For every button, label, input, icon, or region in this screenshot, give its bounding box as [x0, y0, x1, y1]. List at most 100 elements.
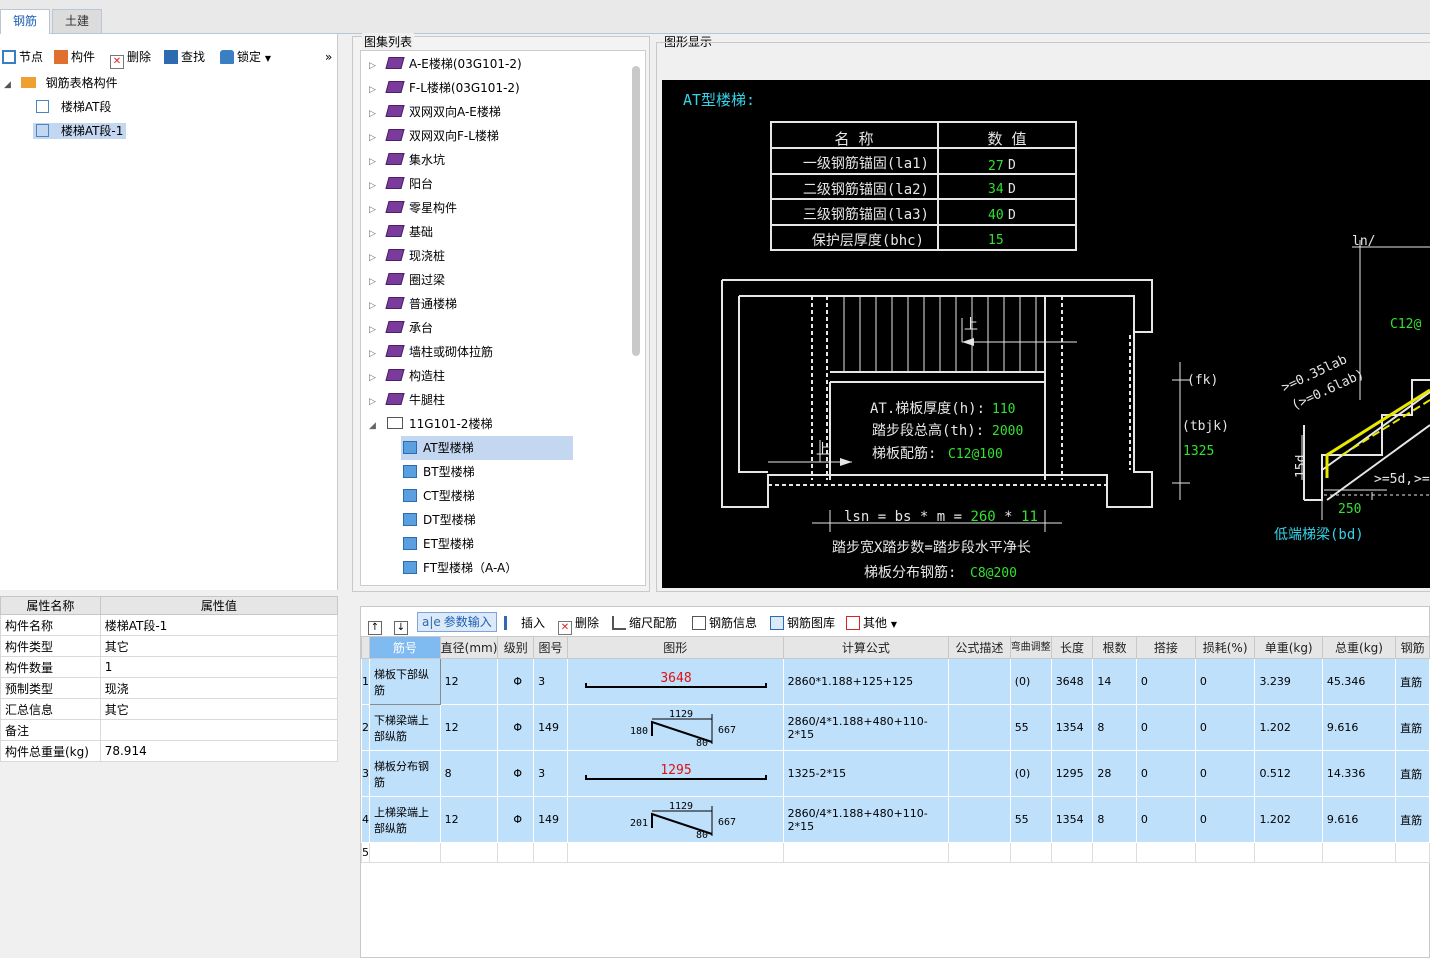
- atlas-item[interactable]: ▷ 圈过梁: [369, 268, 445, 292]
- empty-cell[interactable]: [1009, 842, 1052, 863]
- col-header[interactable]: 搭接: [1135, 636, 1196, 659]
- expand-icon[interactable]: ▷: [369, 150, 387, 174]
- param-input-button[interactable]: a|e 参数输入: [417, 612, 497, 632]
- find-button[interactable]: 查找: [164, 48, 205, 66]
- shape-cell[interactable]: 1129 201 667 80: [566, 796, 784, 843]
- atlas-item[interactable]: ▷ 双网双向A-E楼梯: [369, 100, 501, 124]
- type-cell[interactable]: 直筋: [1395, 750, 1430, 797]
- lap-cell[interactable]: 0: [1135, 750, 1196, 797]
- table-row[interactable]: 4 上梯梁端上部纵筋 12 Φ 149 1129 201 667 80 2860…: [361, 796, 1430, 843]
- col-header[interactable]: 筋号: [369, 636, 441, 659]
- loss-cell[interactable]: 0: [1194, 750, 1256, 797]
- expand-icon[interactable]: ▷: [369, 78, 387, 102]
- atlas-subitem[interactable]: FT型楼梯（A-A）: [403, 556, 517, 580]
- collapse-icon[interactable]: ◢: [4, 80, 11, 90]
- prop-value[interactable]: 1: [99, 656, 339, 678]
- prop-row[interactable]: 构件总重量(kg) 78.914: [0, 740, 339, 762]
- table-row[interactable]: 1 梯板下部纵筋 12 Φ 3 3648 2860*1.188+125+125 …: [361, 658, 1430, 705]
- tree-root[interactable]: ◢ 钢筋表格构件: [4, 73, 118, 93]
- lap-cell[interactable]: 0: [1135, 704, 1196, 751]
- fig-cell[interactable]: 3: [533, 750, 568, 797]
- count-cell[interactable]: 8: [1092, 704, 1137, 751]
- prop-value[interactable]: 现浇: [99, 677, 339, 699]
- empty-cell[interactable]: [1254, 842, 1323, 863]
- shape-cell[interactable]: 1129 180 667 80: [566, 704, 784, 751]
- grade-cell[interactable]: Φ: [497, 796, 535, 843]
- atlas-item[interactable]: ▷ 集水坑: [369, 148, 445, 172]
- rebar-library-button[interactable]: 钢筋图库: [770, 614, 835, 632]
- diameter-cell[interactable]: 12: [439, 796, 499, 843]
- desc-cell[interactable]: [948, 658, 1011, 705]
- unit-weight-cell[interactable]: 0.512: [1254, 750, 1323, 797]
- grade-cell[interactable]: Φ: [497, 704, 535, 751]
- count-cell[interactable]: 14: [1092, 658, 1137, 705]
- atlas-item[interactable]: ▷ 基础: [369, 220, 433, 244]
- prop-value[interactable]: 其它: [99, 635, 339, 657]
- expand-icon[interactable]: ▷: [369, 366, 387, 390]
- expand-icon[interactable]: ▷: [369, 246, 387, 270]
- shape-cell[interactable]: 1295: [566, 750, 784, 797]
- expand-icon[interactable]: ▷: [369, 126, 387, 150]
- loss-cell[interactable]: 0: [1194, 658, 1256, 705]
- expand-icon[interactable]: ▷: [369, 270, 387, 294]
- atlas-subitem[interactable]: BT型楼梯: [403, 460, 475, 484]
- empty-cell[interactable]: [1395, 842, 1430, 863]
- atlas-item[interactable]: ▷ 零星构件: [369, 196, 457, 220]
- formula-cell[interactable]: 1325-2*15: [782, 750, 950, 797]
- bend-cell[interactable]: 55: [1009, 796, 1052, 843]
- length-cell[interactable]: 1354: [1050, 796, 1094, 843]
- bar-name-cell[interactable]: 下梯梁端上部纵筋: [369, 704, 441, 751]
- atlas-subitem[interactable]: ET型楼梯: [403, 532, 474, 556]
- empty-cell[interactable]: [1050, 842, 1094, 863]
- length-cell[interactable]: 1295: [1050, 750, 1094, 797]
- expand-icon[interactable]: ▷: [369, 54, 387, 78]
- total-weight-cell[interactable]: 9.616: [1321, 796, 1397, 843]
- prop-row[interactable]: 构件类型 其它: [0, 635, 339, 657]
- bend-cell[interactable]: 55: [1009, 704, 1052, 751]
- expand-icon[interactable]: ▷: [369, 174, 387, 198]
- grid-delete-button[interactable]: ✕ 删除: [558, 614, 599, 635]
- lock-button[interactable]: 锁定 ▼: [220, 48, 271, 66]
- empty-row[interactable]: 5: [361, 842, 1430, 863]
- chevron-down-icon[interactable]: ▼: [265, 54, 271, 63]
- lap-cell[interactable]: 0: [1135, 796, 1196, 843]
- atlas-item[interactable]: ▷ F-L楼梯(03G101-2): [369, 76, 520, 100]
- atlas-item[interactable]: ▷ 现浇桩: [369, 244, 445, 268]
- atlas-item[interactable]: ▷ 普通楼梯: [369, 292, 457, 316]
- component-button[interactable]: 构件: [54, 48, 95, 66]
- node-button[interactable]: 节点: [2, 48, 43, 66]
- col-header[interactable]: 长度: [1050, 636, 1094, 659]
- lap-cell[interactable]: 0: [1135, 658, 1196, 705]
- table-row[interactable]: 3 梯板分布钢筋 8 Φ 3 1295 1325-2*15 (0) 1295 2…: [361, 750, 1430, 797]
- empty-cell[interactable]: [566, 842, 784, 863]
- type-cell[interactable]: 直筋: [1395, 658, 1430, 705]
- col-header[interactable]: 钢筋: [1395, 636, 1430, 659]
- tree-item-selected[interactable]: 楼梯AT段-1: [33, 121, 127, 141]
- count-cell[interactable]: 28: [1092, 750, 1137, 797]
- unit-weight-cell[interactable]: 1.202: [1254, 704, 1323, 751]
- col-header[interactable]: 图形: [566, 636, 784, 659]
- type-cell[interactable]: 直筋: [1395, 704, 1430, 751]
- atlas-subitem[interactable]: CT型楼梯: [403, 484, 475, 508]
- expand-icon[interactable]: ▷: [369, 390, 387, 414]
- cad-canvas[interactable]: AT型楼梯: 名 称 数 值 一级钢筋锚固(la1) 27 D 二级钢筋锚固(l…: [662, 80, 1430, 588]
- unit-weight-cell[interactable]: 1.202: [1254, 796, 1323, 843]
- col-header[interactable]: 直径(mm): [439, 636, 499, 659]
- col-header[interactable]: 级别: [497, 636, 535, 659]
- diameter-cell[interactable]: 12: [439, 658, 499, 705]
- atlas-item[interactable]: ▷ 墙柱或砌体拉筋: [369, 340, 493, 364]
- shape-cell[interactable]: 3648: [566, 658, 784, 705]
- formula-cell[interactable]: 2860*1.188+125+125: [782, 658, 950, 705]
- col-header[interactable]: 计算公式: [782, 636, 950, 659]
- fig-cell[interactable]: 149: [533, 704, 568, 751]
- type-cell[interactable]: 直筋: [1395, 796, 1430, 843]
- atlas-scrollbar[interactable]: [632, 66, 640, 356]
- desc-cell[interactable]: [948, 750, 1011, 797]
- empty-cell[interactable]: [439, 842, 499, 863]
- insert-button[interactable]: 插入: [504, 614, 545, 632]
- expand-icon[interactable]: ▷: [369, 222, 387, 246]
- collapse-icon[interactable]: ◢: [369, 414, 387, 438]
- prop-value[interactable]: 78.914: [99, 740, 339, 762]
- atlas-item-expanded[interactable]: ◢ 11G101-2楼梯: [369, 412, 492, 436]
- bend-cell[interactable]: (0): [1009, 750, 1052, 797]
